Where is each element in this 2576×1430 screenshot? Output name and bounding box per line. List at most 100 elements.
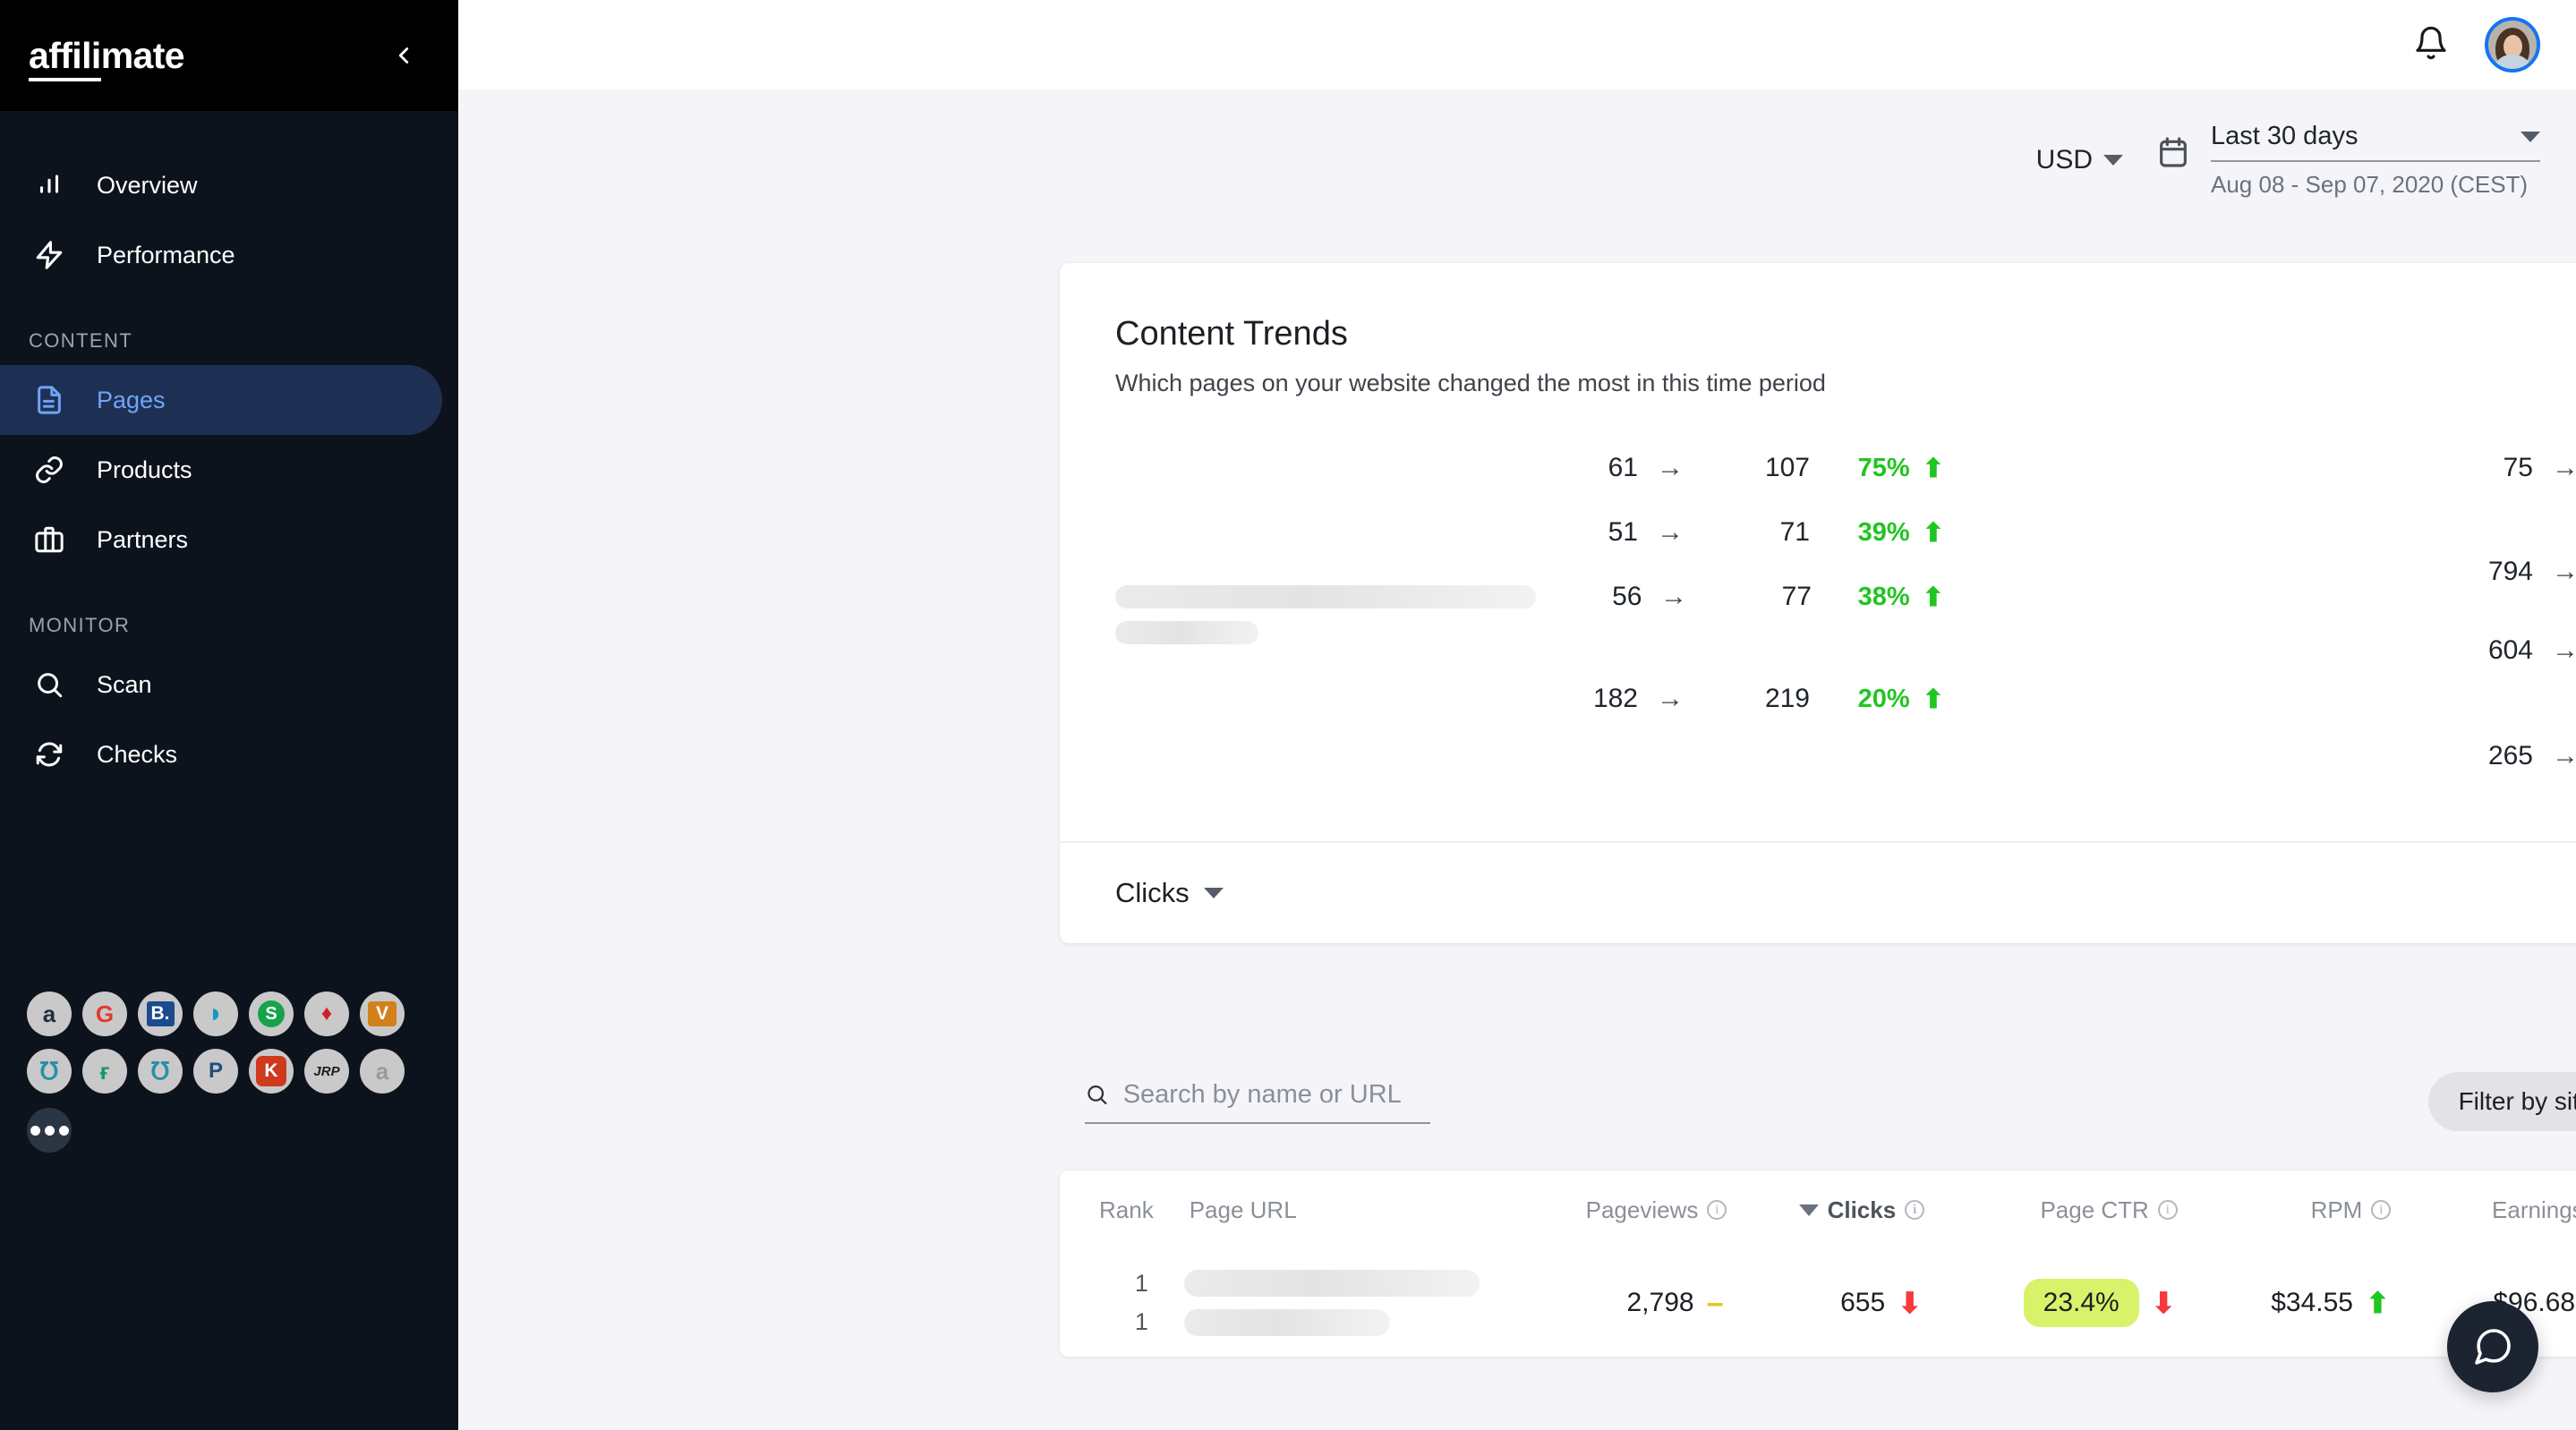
column-header-pageviews[interactable]: Pageviews i — [1497, 1196, 1727, 1224]
skeleton-bar — [1183, 1270, 1480, 1297]
brand-logo[interactable]: affilimate — [29, 34, 185, 81]
partner-chip[interactable]: JRP — [304, 1049, 349, 1094]
notification-bell-button[interactable] — [2413, 25, 2449, 65]
table-controls: Filter by site Columns — [1060, 1072, 2576, 1131]
skeleton-bar — [1115, 585, 1536, 609]
partner-chip-grid: a G B. ◗ S ♦ V ℧ ғ ℧ P K JRP a — [27, 992, 412, 1094]
sidebar-item-pages[interactable]: Pages — [0, 365, 442, 435]
info-icon[interactable]: i — [1707, 1200, 1727, 1220]
avatar[interactable] — [2485, 17, 2540, 72]
partner-chip[interactable]: ℧ — [138, 1049, 183, 1094]
column-header-clicks[interactable]: Clicks i — [1727, 1196, 1925, 1224]
table-filter-buttons: Filter by site Columns — [2427, 1072, 2576, 1131]
sidebar-item-performance[interactable]: Performance — [0, 220, 442, 290]
trend-row[interactable]: 51 → 71 39% ⬆ — [1060, 512, 1975, 576]
arrow-down-icon: ⬇ — [2151, 1287, 2176, 1319]
date-range-selector[interactable]: Last 30 days Aug 08 - Sep 07, 2020 (CEST… — [2155, 122, 2540, 199]
partner-chip[interactable]: V — [360, 992, 405, 1036]
trend-change-value: 20% — [1857, 685, 1910, 713]
cell-page-url[interactable] — [1148, 1270, 1494, 1336]
partner-glyph: P — [208, 1059, 223, 1083]
sidebar-item-scan[interactable]: Scan — [0, 650, 442, 719]
partner-chip[interactable]: G — [82, 992, 127, 1036]
cell-rank: 1 1 — [1099, 1270, 1148, 1336]
metric-selector-value: Clicks — [1115, 877, 1190, 908]
partner-glyph: ℧ — [150, 1057, 170, 1085]
date-range-text: Aug 08 - Sep 07, 2020 (CEST) — [2211, 171, 2529, 198]
partner-chip[interactable]: a — [27, 992, 72, 1036]
partner-glyph: ♦ — [320, 1001, 333, 1026]
trend-before: 794 — [2487, 557, 2533, 586]
filter-by-site-button[interactable]: Filter by site — [2427, 1072, 2576, 1131]
trend-row[interactable]: 794 → 655 -18%⬇ — [1975, 551, 2576, 616]
partner-chip[interactable]: S — [249, 992, 294, 1036]
skeleton-bar — [1115, 621, 1258, 644]
sidebar-item-overview[interactable]: Overview — [0, 150, 442, 220]
partner-glyph: ◗ — [207, 999, 225, 1028]
trend-row[interactable]: 61 → 107 75% ⬆ — [1060, 447, 1975, 512]
sidebar-item-label: Partners — [97, 525, 189, 553]
trend-change: 20% ⬆ — [1810, 678, 1944, 715]
arrow-right-icon: → — [2552, 453, 2576, 482]
card-footer: Clicks — [1060, 841, 2576, 943]
more-partners-button[interactable] — [27, 1108, 72, 1153]
chat-support-button[interactable] — [2447, 1301, 2538, 1392]
notification-bell-icon — [2416, 26, 2446, 59]
partner-chip[interactable]: ℧ — [27, 1049, 72, 1094]
partner-chip[interactable]: ғ — [82, 1049, 127, 1094]
column-header-label: RPM — [2310, 1196, 2363, 1223]
dot-icon — [30, 1125, 40, 1136]
trend-row[interactable]: 604 → 534 -12%⬇ — [1975, 630, 2576, 694]
trend-before: 604 — [2487, 635, 2533, 665]
column-header-rank[interactable]: Rank — [1099, 1196, 1154, 1224]
search-box[interactable] — [1085, 1079, 1430, 1124]
search-input[interactable] — [1122, 1079, 1430, 1110]
metric-selector[interactable]: Clicks — [1115, 877, 1224, 909]
sidebar-item-products[interactable]: Products — [0, 435, 442, 505]
page-placeholder — [2041, 736, 2426, 745]
trend-row[interactable]: 75 → 44 -41%⬇ — [1975, 447, 2576, 512]
trend-after: 77 — [1781, 582, 1812, 611]
info-icon[interactable]: i — [2371, 1200, 2392, 1220]
partner-chip[interactable]: a — [360, 1049, 405, 1094]
dot-icon — [44, 1125, 55, 1136]
trend-change-value: 38% — [1857, 583, 1910, 611]
sidebar-item-label: Checks — [97, 740, 178, 768]
chevron-left-icon — [398, 47, 409, 64]
partner-chip[interactable]: K — [249, 1049, 294, 1094]
chat-bubble-icon — [2475, 1329, 2511, 1365]
column-header-earnings[interactable]: Earnings i — [2391, 1196, 2576, 1224]
sidebar-item-label: Performance — [97, 241, 235, 268]
sidebar-collapse-button[interactable] — [383, 35, 424, 76]
document-icon — [29, 385, 70, 415]
column-header-page-url[interactable]: Page URL — [1154, 1196, 1498, 1224]
partner-glyph: G — [95, 1000, 115, 1027]
table-row[interactable]: 1 1 2,798 – 655 ⬇ 23.4% ⬇ $34.55 ⬆ $96.6… — [1060, 1249, 2576, 1357]
sidebar-item-checks[interactable]: Checks — [0, 719, 442, 789]
sidebar-item-partners[interactable]: Partners — [0, 505, 442, 575]
column-header-page-ctr[interactable]: Page CTR i — [1924, 1196, 2178, 1224]
sidebar-item-label: Pages — [97, 386, 166, 413]
trend-after: 219 — [1764, 684, 1810, 713]
trend-row[interactable]: 56 → 77 38% ⬆ — [1060, 576, 1975, 666]
arrow-right-icon: → — [2552, 741, 2576, 770]
currency-selector[interactable]: USD — [2036, 145, 2123, 175]
trend-row[interactable]: 182 → 219 20% ⬆ — [1060, 678, 1975, 743]
partner-chip[interactable]: ◗ — [193, 992, 238, 1036]
link-icon — [29, 455, 70, 485]
trend-row[interactable]: 265 → 235 -11%⬇ — [1975, 736, 2576, 800]
info-icon[interactable]: i — [1905, 1200, 1925, 1220]
partner-glyph: B. — [146, 1001, 175, 1026]
partner-chip[interactable]: ♦ — [304, 992, 349, 1036]
arrow-up-icon: ⬆ — [1922, 519, 1944, 548]
column-header-rpm[interactable]: RPM i — [2178, 1196, 2392, 1224]
partner-glyph: a — [375, 1057, 389, 1085]
page-placeholder — [1115, 447, 1531, 456]
info-icon[interactable]: i — [2157, 1200, 2178, 1220]
partner-chip[interactable]: B. — [138, 992, 183, 1036]
clicks-value: 655 — [1840, 1288, 1886, 1317]
page-placeholder — [2041, 447, 2426, 456]
partner-chip[interactable]: P — [193, 1049, 238, 1094]
lightning-bolt-icon — [29, 240, 70, 270]
brand-underlined-part: affili — [29, 34, 101, 81]
